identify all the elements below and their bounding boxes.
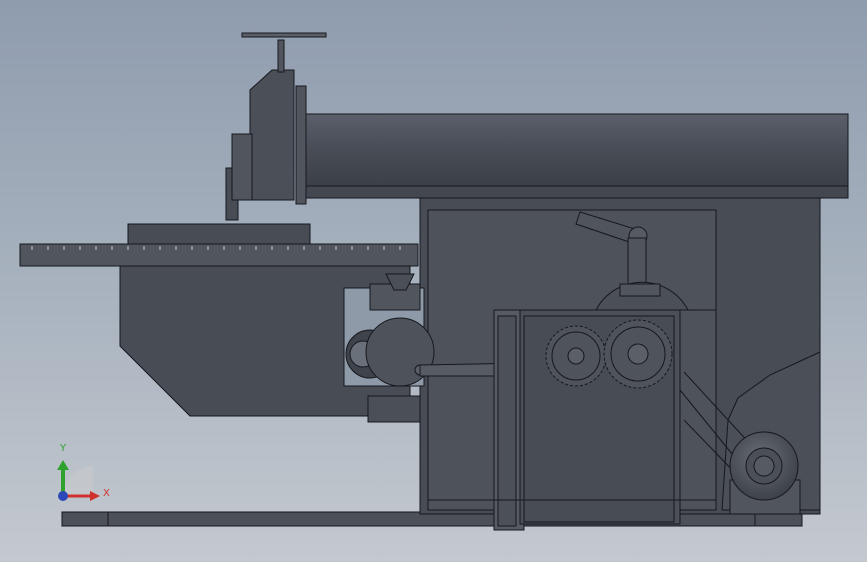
- reference-triad: [57, 460, 100, 501]
- model-view[interactable]: [0, 0, 867, 562]
- work-table: [19, 223, 419, 267]
- z-axis-dot-icon: [58, 491, 68, 501]
- cad-graphics-area[interactable]: Y X: [0, 0, 867, 562]
- x-axis-label: X: [103, 488, 110, 499]
- y-axis-label: Y: [60, 443, 67, 454]
- overhead-ram: [295, 85, 849, 205]
- motor-pulley: [729, 431, 801, 515]
- feed-handwheel-icon[interactable]: [241, 32, 327, 38]
